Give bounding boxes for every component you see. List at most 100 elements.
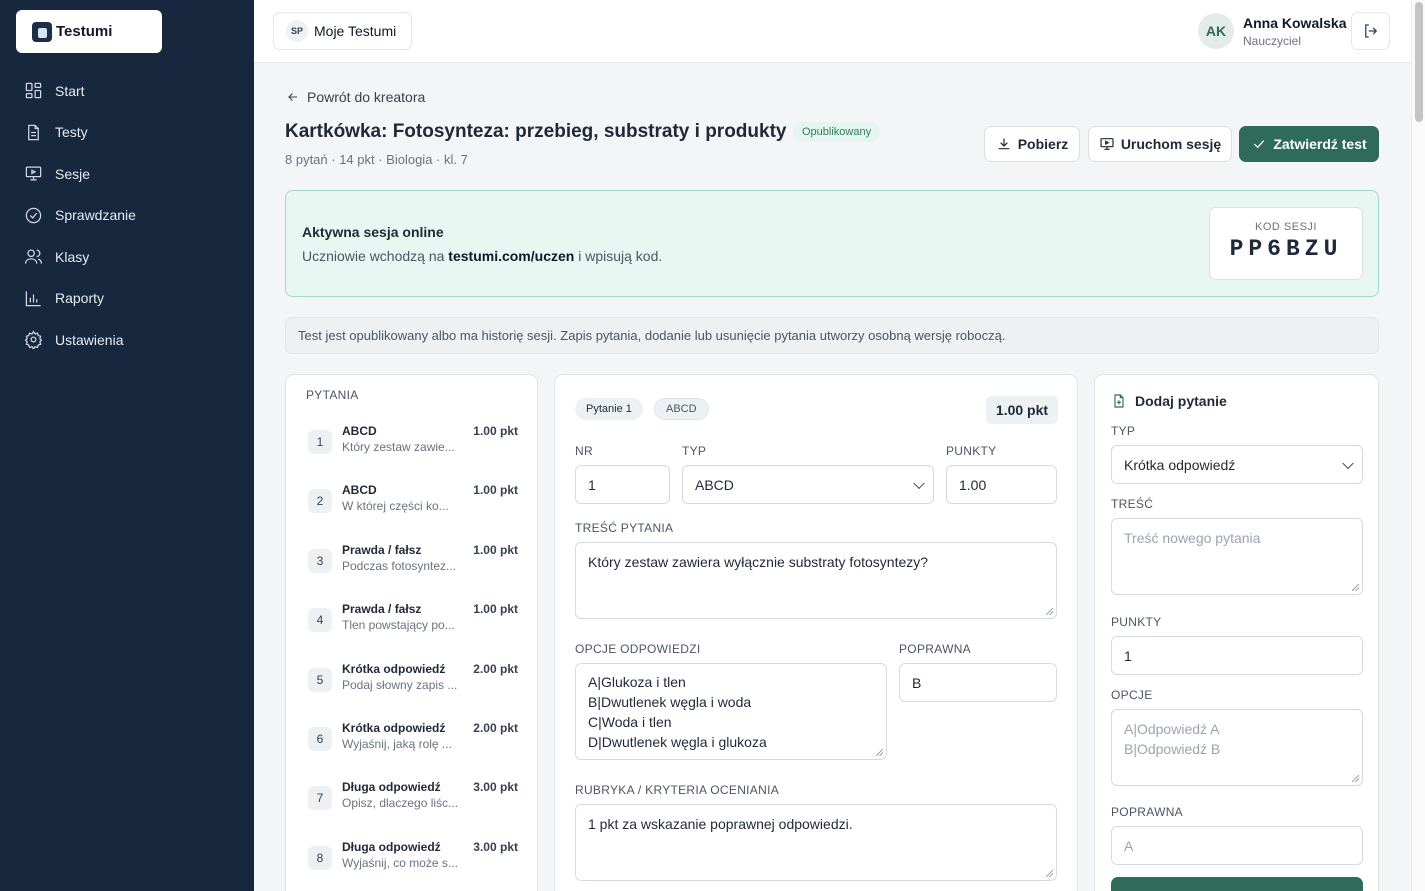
sidebar-item-classes[interactable]: Klasy (0, 236, 254, 278)
add-type-label: TYP (1111, 424, 1136, 438)
question-type: ABCD (342, 424, 377, 438)
option-line: C|Woda i tlen (588, 714, 672, 730)
resize-handle[interactable] (1352, 775, 1359, 782)
add-question-button[interactable] (1111, 877, 1363, 891)
session-code-label: KOD SESJI (1255, 221, 1317, 233)
question-list-item[interactable]: 1 ABCD 1.00 pkt Który zestaw zawie... (308, 424, 518, 468)
question-list-item[interactable]: 6 Krótka odpowiedź 2.00 pkt Wyjaśnij, jaką … (308, 721, 518, 765)
logout-icon (1364, 24, 1377, 38)
rubric-value: 1 pkt za wskazanie poprawnej odpowiedzi. (588, 816, 853, 832)
question-type: Krótka odpowiedź (342, 721, 446, 735)
start-session-button[interactable]: Uruchom sesję (1088, 126, 1232, 162)
points-value: 1.00 (959, 476, 987, 493)
sidebar-item-sessions[interactable]: Sesje (0, 153, 254, 195)
add-content-textarea[interactable]: Treść nowego pytania (1111, 518, 1363, 595)
points-input[interactable]: 1.00 (946, 465, 1057, 504)
question-list-item[interactable]: 3 Prawda / fałsz 1.00 pkt Podczas fotosynte… (308, 543, 518, 587)
questions-panel: PYTANIA 1 ABCD 1.00 pkt Który zestaw zawie.… (285, 374, 538, 891)
rubric-label: RUBRYKA / KRYTERIA OCENIANIA (575, 783, 780, 797)
session-description: Uczniowie wchodzą na testumi.com/uczen i… (302, 248, 662, 264)
question-preview: Podczas fotosyntez... (342, 558, 457, 573)
points-label: PUNKTY (946, 444, 997, 458)
option-placeholder-line: B|Odpowiedź B (1124, 741, 1221, 757)
correct-input[interactable]: B (899, 663, 1057, 702)
add-options-textarea[interactable]: A|Odpowiedź A B|Odpowiedź B (1111, 709, 1363, 786)
approve-label: Zatwierdź test (1273, 136, 1367, 152)
question-preview: Opisz, dlaczego liśc... (342, 796, 457, 811)
workspace-switcher[interactable]: SP Moje Testumi (273, 12, 412, 50)
version-notice: Test jest opublikowany albo ma historię … (285, 317, 1379, 354)
resize-handle[interactable] (1046, 608, 1053, 615)
nr-input[interactable]: 1 (575, 465, 670, 504)
sidebar-item-start[interactable]: Start (0, 70, 254, 112)
add-points-input[interactable]: 1 (1111, 636, 1363, 675)
sidebar-item-grading[interactable]: Sprawdzanie (0, 195, 254, 237)
add-question-title: Dodaj pytanie (1111, 393, 1227, 409)
gear-icon (24, 330, 43, 350)
session-code: PP6BZU (1229, 236, 1343, 262)
question-number: 4 (308, 608, 332, 633)
resize-handle[interactable] (1046, 870, 1053, 877)
question-preview: Tlen powstający po... (342, 618, 455, 633)
add-correct-input[interactable]: A (1111, 826, 1363, 865)
question-points: 1.00 pkt (473, 483, 518, 498)
check-circle-icon (25, 207, 42, 224)
add-content-placeholder: Treść nowego pytania (1124, 530, 1261, 546)
content-textarea[interactable]: Który zestaw zawiera wyłącznie substraty… (575, 542, 1057, 619)
questions-heading: PYTANIA (306, 388, 359, 402)
resize-handle[interactable] (876, 749, 883, 756)
session-desc-after: i wpisują kod. (574, 248, 663, 264)
back-link[interactable]: Powrót do kreatora (286, 89, 425, 105)
scrollbar[interactable] (1411, 0, 1425, 891)
logo[interactable]: Testumi (16, 10, 162, 53)
question-list-item[interactable]: 4 Prawda / fałsz 1.00 pkt Tlen powstający p… (308, 602, 518, 646)
file-plus-icon (1114, 394, 1124, 408)
approve-test-button[interactable]: Zatwierdź test (1239, 126, 1379, 162)
question-list-item[interactable]: 8 Długa odpowiedź 3.00 pkt Wyjaśnij, co moż… (308, 840, 518, 884)
correct-value: B (912, 674, 922, 691)
active-session-banner: Aktywna sesja online Uczniowie wchodzą n… (285, 190, 1379, 297)
question-preview: Który zestaw zawie... (342, 440, 455, 454)
resize-handle[interactable] (1352, 584, 1359, 591)
sidebar-item-reports[interactable]: Raporty (0, 278, 254, 320)
check-icon (1254, 140, 1265, 149)
session-code-box: KOD SESJI PP6BZU (1209, 207, 1363, 280)
question-list-item[interactable]: 5 Krótka odpowiedź 2.00 pkt Podaj słowny za… (308, 662, 518, 706)
question-preview: Podaj słowny zapis ... (342, 677, 457, 692)
option-line: A|Glukoza i tlen (588, 674, 686, 690)
type-select[interactable]: ABCD (682, 465, 934, 504)
sidebar-item-settings[interactable]: Ustawienia (0, 319, 254, 361)
correct-label: POPRAWNA (899, 642, 971, 656)
dashboard-icon (25, 82, 42, 99)
bar-chart-icon (25, 291, 41, 307)
rubric-textarea[interactable]: 1 pkt za wskazanie poprawnej odpowiedzi. (575, 804, 1057, 881)
scrollbar-thumb[interactable] (1415, 2, 1423, 122)
add-question-panel: Dodaj pytanie TYP Krótka odpowiedź TREŚĆ… (1094, 374, 1379, 891)
nr-value: 1 (588, 476, 596, 493)
avatar[interactable]: AK (1198, 13, 1234, 49)
options-textarea[interactable]: A|Glukoza i tlen B|Dwutlenek węgla i wod… (575, 663, 887, 760)
question-points: 1.00 pkt (473, 602, 518, 617)
chevron-down-icon (1342, 457, 1354, 469)
option-placeholder-line: A|Odpowiedź A (1124, 721, 1220, 737)
logo-icon (32, 21, 52, 42)
chevron-down-icon (913, 477, 925, 489)
add-type-select[interactable]: Krótka odpowiedź (1111, 445, 1363, 484)
points-badge: 1.00 pkt (986, 396, 1058, 424)
type-label: TYP (682, 444, 707, 458)
sidebar-nav: Start Testy Sesje Sprawdzanie Klasy Rapo… (0, 70, 254, 361)
question-list-item[interactable]: 2 ABCD 1.00 pkt W której części ko... (308, 483, 518, 527)
sidebar-item-label: Start (55, 82, 85, 99)
question-number: 6 (308, 727, 332, 751)
option-line: B|Dwutlenek węgla i woda (588, 694, 752, 710)
download-button[interactable]: Pobierz (984, 126, 1080, 162)
question-points: 1.00 pkt (473, 424, 518, 438)
question-list-item[interactable]: 7 Długa odpowiedź 3.00 pkt Opisz, dlaczego … (308, 780, 518, 824)
back-label: Powrót do kreatora (307, 89, 426, 105)
question-number: 3 (308, 548, 332, 573)
question-type: Prawda / fałsz (342, 542, 422, 557)
monitor-icon (25, 166, 42, 181)
sidebar-item-tests[interactable]: Testy (0, 112, 254, 154)
logout-button[interactable] (1351, 12, 1390, 50)
monitor-icon (1100, 138, 1114, 150)
